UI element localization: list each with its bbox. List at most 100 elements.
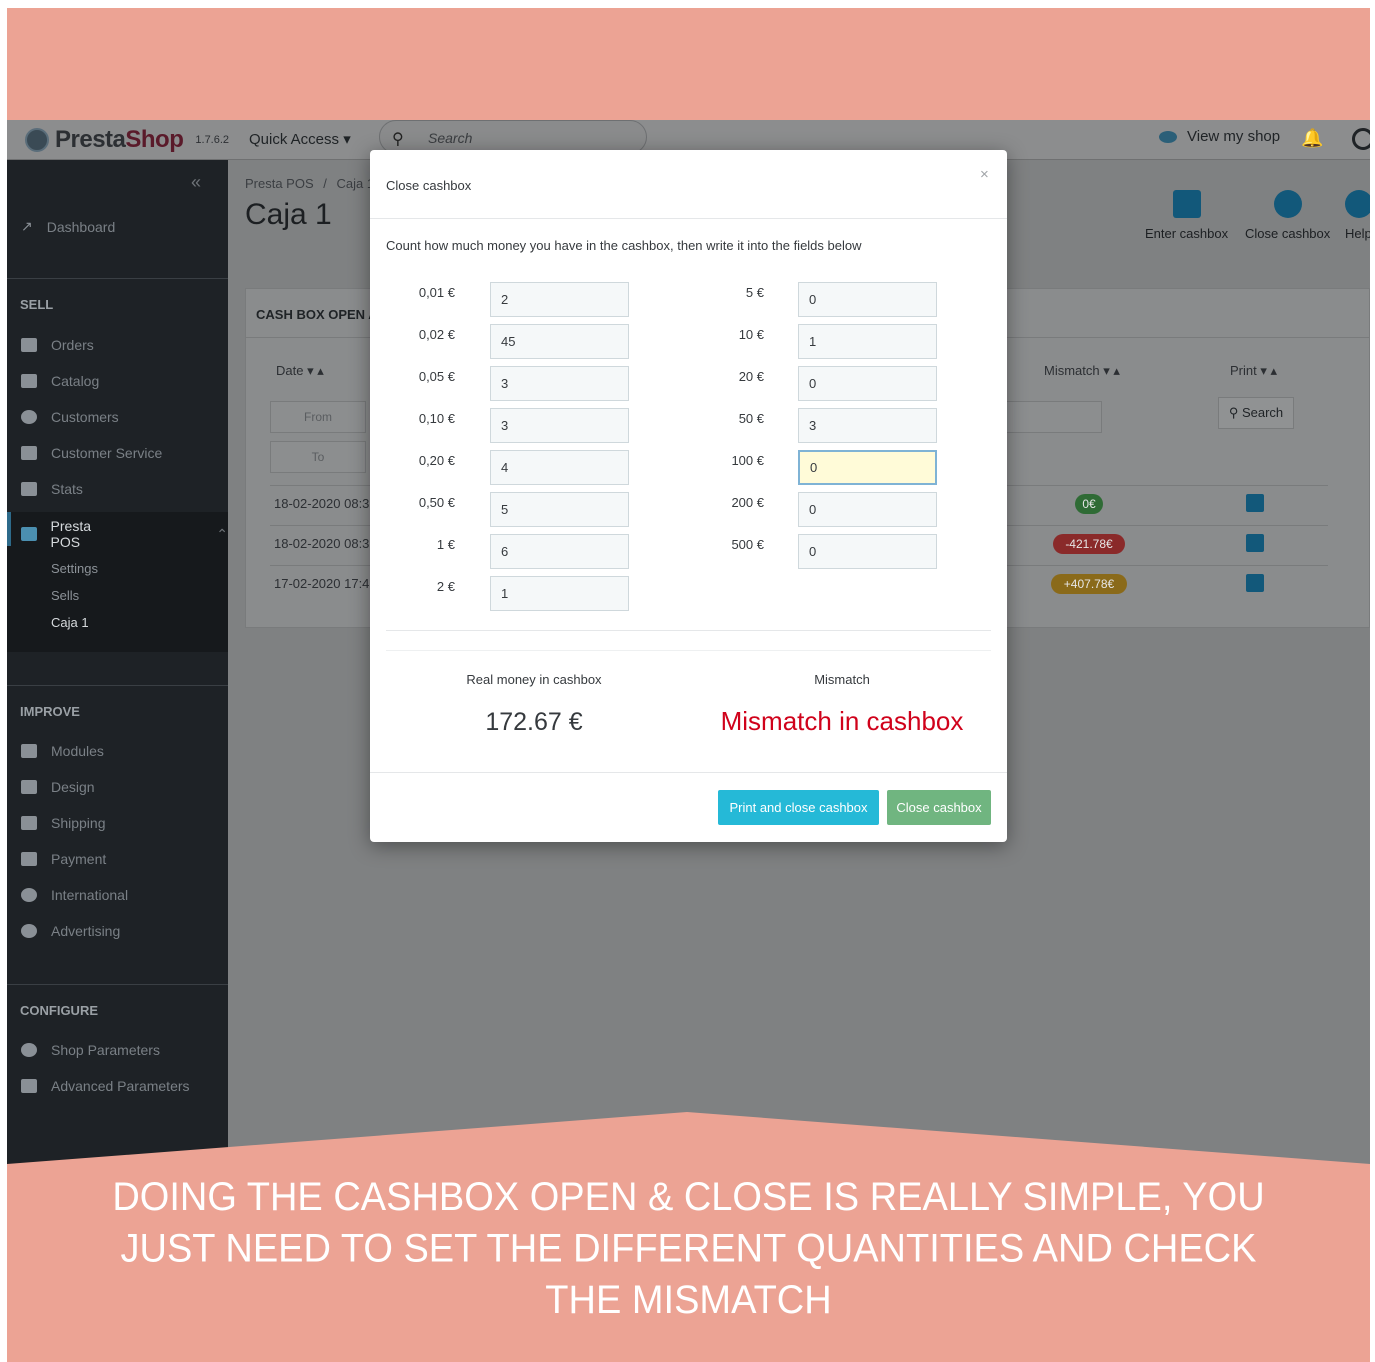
sidebar-item-catalog[interactable]: Catalog	[21, 373, 99, 389]
denomination-label: 0,50 €	[418, 495, 455, 510]
breadcrumb-item[interactable]: Caja 1	[337, 176, 375, 191]
coin-2-input[interactable]	[490, 576, 629, 611]
print-icon[interactable]	[1246, 534, 1264, 552]
help-button[interactable]: Help	[1345, 190, 1370, 241]
sidebar-item-advertising[interactable]: Advertising	[21, 923, 120, 939]
view-shop-link[interactable]: View my shop	[1159, 128, 1280, 145]
denomination-label: 0,10 €	[418, 411, 455, 426]
enter-cashbox-label: Enter cashbox	[1145, 226, 1229, 241]
column-header-print[interactable]: Print ▾ ▴	[1230, 363, 1277, 379]
monitor-icon	[21, 780, 37, 794]
sidebar-subitem-caja-1[interactable]: Caja 1	[51, 615, 89, 630]
sidebar-item-design[interactable]: Design	[21, 779, 95, 795]
logo-text: PrestaShop	[55, 126, 184, 154]
filter-search-button[interactable]: ⚲ Search	[1218, 397, 1294, 429]
coin-0-50-input[interactable]	[490, 492, 629, 527]
sidebar-item-payment[interactable]: Payment	[21, 851, 106, 867]
sidebar-item-shipping[interactable]: Shipping	[21, 815, 106, 831]
denomination-label: 0,01 €	[418, 285, 455, 300]
denomination-label: 2 €	[436, 579, 455, 594]
sidebar-item-label: Shipping	[51, 815, 106, 831]
filter-from-input[interactable]: From	[270, 401, 366, 433]
sidebar-item-label: Advanced Parameters	[51, 1078, 190, 1094]
mismatch-value: Mismatch in cashbox	[720, 706, 964, 736]
prestashop-logo-icon	[25, 128, 49, 152]
credit-card-icon	[21, 852, 37, 866]
bill-50-input[interactable]	[798, 408, 937, 443]
sidebar-item-label: Customers	[51, 409, 119, 425]
denomination-label: 5 €	[745, 285, 764, 300]
truck-icon	[21, 816, 37, 830]
sidebar-item-international[interactable]: International	[21, 887, 128, 903]
sidebar-item-label: Modules	[51, 743, 104, 759]
close-cashbox-tool-button[interactable]: Close cashbox	[1245, 190, 1330, 241]
breadcrumb: Presta POS / Caja 1	[245, 176, 374, 191]
sidebar-item-dashboard[interactable]: ↗ Dashboard	[21, 218, 115, 235]
active-indicator	[7, 512, 11, 546]
account-icon[interactable]	[1352, 128, 1370, 150]
breadcrumb-item[interactable]: Presta POS	[245, 176, 314, 191]
quick-access-menu[interactable]: Quick Access ▾	[249, 130, 351, 148]
sidebar-item-label: Design	[51, 779, 95, 795]
prestashop-logo[interactable]: PrestaShop 1.7.6.2	[25, 126, 229, 154]
coin-0-05-input[interactable]	[490, 366, 629, 401]
sidebar-item-advanced-parameters[interactable]: Advanced Parameters	[21, 1078, 190, 1094]
bill-5-input[interactable]	[798, 282, 937, 317]
sidebar-subitem-sells[interactable]: Sells	[51, 588, 79, 603]
collapse-sidebar-icon[interactable]: «	[191, 172, 201, 193]
print-and-close-cashbox-button[interactable]: Print and close cashbox	[718, 790, 879, 825]
user-icon	[21, 410, 37, 424]
search-button-label: Search	[1241, 405, 1284, 420]
denomination-label: 1 €	[436, 537, 455, 552]
mismatch-badge: 0€	[1075, 494, 1103, 514]
column-header-date[interactable]: Date ▾ ▴	[276, 363, 324, 379]
sidebar-item-modules[interactable]: Modules	[21, 743, 104, 759]
coin-1-input[interactable]	[490, 534, 629, 569]
trend-icon: ↗	[21, 218, 33, 234]
denomination-label: 10 €	[738, 327, 764, 342]
coin-0-01-input[interactable]	[490, 282, 629, 317]
print-icon[interactable]	[1246, 574, 1264, 592]
sidebar-item-customer-service[interactable]: Customer Service	[21, 445, 162, 461]
enter-cashbox-button[interactable]: Enter cashbox	[1145, 190, 1228, 241]
sidebar-item-stats[interactable]: Stats	[21, 481, 83, 497]
bell-icon[interactable]: 🔔	[1301, 128, 1323, 149]
sidebar-item-customers[interactable]: Customers	[21, 409, 119, 425]
row-date: 17-02-2020 17:4	[274, 576, 370, 591]
bill-100-input[interactable]	[798, 450, 937, 485]
sidebar-subitem-settings[interactable]: Settings	[51, 561, 98, 576]
modal-divider	[386, 650, 991, 651]
close-icon[interactable]: ×	[980, 166, 989, 183]
sidebar-item-shop-parameters[interactable]: Shop Parameters	[21, 1042, 160, 1058]
coin-0-02-input[interactable]	[490, 324, 629, 359]
breadcrumb-separator: /	[323, 176, 327, 191]
sidebar-item-presta-pos[interactable]: Presta POS ⌃	[21, 518, 228, 550]
view-shop-label: View my shop	[1187, 128, 1281, 145]
bill-500-input[interactable]	[798, 534, 937, 569]
filter-mismatch-input[interactable]	[1006, 401, 1102, 433]
sidebar-item-orders[interactable]: Orders	[21, 337, 94, 353]
stats-icon	[21, 482, 37, 496]
gear-icon	[21, 1043, 37, 1057]
coin-0-10-input[interactable]	[490, 408, 629, 443]
card-icon	[21, 527, 37, 541]
logo-text-presta: Presta	[55, 126, 126, 153]
print-icon[interactable]	[1246, 494, 1264, 512]
row-date: 18-02-2020 08:3	[274, 496, 370, 511]
modal-title: Close cashbox	[386, 178, 472, 193]
filter-to-input[interactable]: To	[270, 441, 366, 473]
bill-10-input[interactable]	[798, 324, 937, 359]
coin-0-20-input[interactable]	[490, 450, 629, 485]
bill-20-input[interactable]	[798, 366, 937, 401]
bill-200-input[interactable]	[798, 492, 937, 527]
column-header-mismatch[interactable]: Mismatch ▾ ▴	[1044, 363, 1120, 379]
denomination-label: 200 €	[731, 495, 764, 510]
chat-icon	[21, 446, 37, 460]
sidebar-item-label: Catalog	[51, 373, 100, 389]
sidebar-heading-configure: CONFIGURE	[20, 1003, 98, 1018]
search-input[interactable]: ⚲ Search	[379, 120, 647, 154]
modal-instructions: Count how much money you have in the cas…	[386, 238, 862, 253]
close-cashbox-button[interactable]: Close cashbox	[887, 790, 991, 825]
mismatch-label: Mismatch	[814, 672, 870, 687]
puzzle-icon	[21, 744, 37, 758]
